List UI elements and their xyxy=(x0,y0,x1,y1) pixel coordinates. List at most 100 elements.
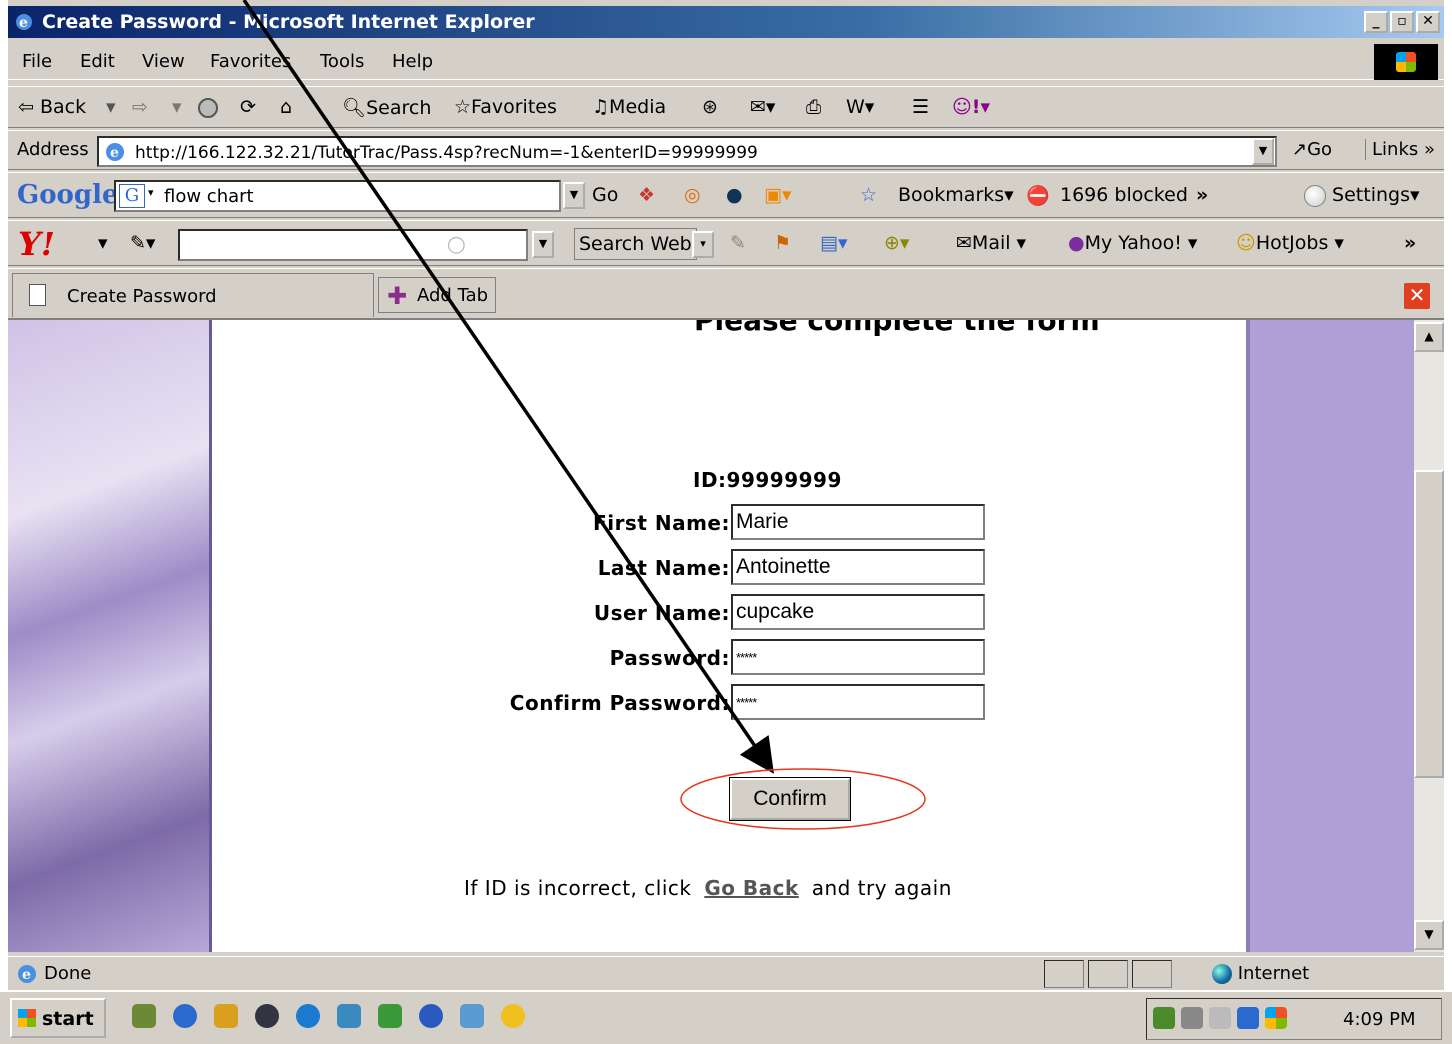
back-dropdown-icon[interactable]: ▾ xyxy=(106,96,116,118)
google-news-icon[interactable]: ❖ xyxy=(638,184,655,206)
scroll-down-icon[interactable]: ▼ xyxy=(1414,920,1444,950)
standard-toolbar: ⇦ Back ▾ ⇨ ▾ ⟳ ⌂ 🔍︎Search ☆Favorites ♫Me… xyxy=(8,86,1444,128)
history-icon[interactable]: ⊛ xyxy=(702,96,718,118)
quicklaunch-netscape-icon[interactable] xyxy=(255,1004,280,1028)
forward-dropdown-icon[interactable]: ▾ xyxy=(172,96,182,118)
google-popup-icon[interactable]: ▣▾ xyxy=(764,184,792,206)
quicklaunch-media-icon[interactable] xyxy=(296,1004,321,1028)
yahoo-search-input[interactable]: ○ xyxy=(178,229,528,261)
forward-button[interactable]: ⇨ xyxy=(132,96,148,118)
yahoo-messenger-icon[interactable]: ☺!▾ xyxy=(952,96,990,118)
google-spiral-icon[interactable]: ◎ xyxy=(684,184,701,206)
hotjobs-button[interactable]: ☺HotJobs ▾ xyxy=(1236,232,1344,254)
left-decorative-panel xyxy=(8,320,212,952)
tray-network-icon[interactable] xyxy=(1153,1007,1175,1029)
blocked-count[interactable]: 1696 blocked xyxy=(1060,184,1188,206)
settings-button[interactable]: Settings▾ xyxy=(1304,184,1420,207)
menu-view[interactable]: View xyxy=(142,51,185,72)
system-tray: 4:09 PM xyxy=(1146,998,1442,1040)
bookmarks-button[interactable]: Bookmarks▾ xyxy=(898,184,1014,206)
quicklaunch-explorer-icon[interactable] xyxy=(337,1004,362,1028)
highlight-icon[interactable]: ✎ xyxy=(730,232,746,254)
google-logo[interactable]: Google xyxy=(17,180,119,210)
start-button[interactable]: start xyxy=(10,998,106,1038)
window-title: Create Password - Microsoft Internet Exp… xyxy=(42,11,535,33)
quicklaunch-msn-icon[interactable] xyxy=(214,1004,239,1028)
svg-text:e: e xyxy=(19,15,28,31)
menu-favorites[interactable]: Favorites xyxy=(210,51,291,72)
home-icon[interactable]: ⌂ xyxy=(280,96,292,118)
address-dropdown-button[interactable]: ▼ xyxy=(1252,138,1274,165)
search-button-label: Search xyxy=(366,97,432,119)
yahoo-pencil-icon[interactable]: ✎▾ xyxy=(130,232,155,254)
quicklaunch-ie-icon[interactable] xyxy=(173,1004,198,1028)
last-name-input[interactable] xyxy=(731,549,985,585)
discuss-icon[interactable]: ☰ xyxy=(912,96,929,118)
print-icon[interactable]: ⎙ xyxy=(806,96,821,118)
address-input[interactable]: e http://166.122.32.21/TutorTrac/Pass.4s… xyxy=(97,136,1277,167)
taskbar-clock: 4:09 PM xyxy=(1343,1009,1416,1030)
add-tab-button[interactable]: ✚ Add Tab xyxy=(378,277,496,313)
yahoo-dropdown-button[interactable]: ▼ xyxy=(532,231,554,258)
my-yahoo-label: My Yahoo! xyxy=(1084,232,1182,254)
quicklaunch-desktop-icon[interactable] xyxy=(460,1004,485,1028)
back-button[interactable]: ⇦ Back xyxy=(18,96,86,118)
first-name-input[interactable] xyxy=(731,504,985,540)
maximize-button[interactable]: ▫ xyxy=(1390,11,1414,33)
right-decorative-panel xyxy=(1246,320,1414,952)
yahoo-logo[interactable]: Y! xyxy=(18,225,55,263)
globe-menu-icon[interactable]: ⊕▾ xyxy=(884,232,909,254)
title-bar[interactable]: e Create Password - Microsoft Internet E… xyxy=(8,6,1444,38)
close-window-button[interactable]: ✕ xyxy=(1416,11,1440,33)
password-input[interactable] xyxy=(731,639,985,675)
tab-create-password[interactable]: Create Password xyxy=(12,273,374,317)
user-name-input[interactable] xyxy=(731,594,985,630)
scroll-thumb[interactable] xyxy=(1414,470,1444,778)
google-globe-icon[interactable]: ● xyxy=(726,184,743,206)
antispy-icon[interactable]: ⚑ xyxy=(774,232,791,254)
search-web-button[interactable]: Search Web xyxy=(574,228,697,260)
confirm-password-input[interactable] xyxy=(731,684,985,720)
quicklaunch-messenger-icon[interactable] xyxy=(501,1004,526,1028)
mail-button[interactable]: ✉Mail ▾ xyxy=(956,232,1026,254)
ie-icon: e xyxy=(16,14,32,31)
search-web-dropdown-button[interactable]: ▾ xyxy=(692,231,714,258)
google-dropdown-button[interactable]: ▼ xyxy=(563,182,585,209)
google-go-button[interactable]: Go xyxy=(592,184,618,206)
google-g-icon[interactable]: G xyxy=(119,184,145,208)
my-yahoo-button[interactable]: ●My Yahoo! ▾ xyxy=(1068,232,1197,254)
quicklaunch-notepad-icon[interactable] xyxy=(132,1004,156,1028)
page-heading: Please complete the form xyxy=(694,318,1100,337)
go-button[interactable]: ↗Go xyxy=(1292,139,1332,160)
google-search-input[interactable]: G ▾ flow chart xyxy=(114,180,561,212)
scroll-up-icon[interactable]: ▲ xyxy=(1414,322,1444,352)
google-more-icon[interactable]: » xyxy=(1196,184,1208,206)
close-tab-icon[interactable]: ✕ xyxy=(1404,283,1430,309)
menu-tools[interactable]: Tools xyxy=(320,51,364,72)
refresh-icon[interactable]: ⟳ xyxy=(240,96,256,118)
media-button[interactable]: ♫Media xyxy=(592,96,666,118)
popup-icon[interactable]: ▤▾ xyxy=(820,232,848,254)
minimize-button[interactable]: _ xyxy=(1364,11,1388,33)
vertical-scrollbar[interactable]: ▲ ▼ xyxy=(1414,320,1444,952)
tray-printer-icon[interactable] xyxy=(1209,1007,1231,1029)
tray-monitor-icon[interactable] xyxy=(1237,1007,1259,1029)
links-button[interactable]: Links » xyxy=(1365,139,1435,160)
windows-flag-icon xyxy=(18,1009,36,1027)
edit-word-icon[interactable]: W▾ xyxy=(846,96,874,118)
yahoo-more-icon[interactable]: » xyxy=(1404,232,1416,254)
quicklaunch-music-icon[interactable] xyxy=(378,1004,403,1028)
mail-icon[interactable]: ✉▾ xyxy=(750,96,775,118)
confirm-button[interactable]: Confirm xyxy=(729,777,851,821)
stop-icon[interactable] xyxy=(198,96,218,118)
go-back-link[interactable]: Go Back xyxy=(704,876,799,900)
menu-edit[interactable]: Edit xyxy=(80,51,115,72)
menu-file[interactable]: File xyxy=(22,51,52,72)
tray-volume-icon[interactable] xyxy=(1181,1007,1203,1029)
favorites-button[interactable]: ☆Favorites xyxy=(454,96,557,118)
yahoo-logo-dropdown-icon[interactable]: ▾ xyxy=(98,232,108,254)
tray-windows-icon[interactable] xyxy=(1265,1007,1287,1029)
quicklaunch-search-icon[interactable] xyxy=(419,1004,444,1028)
search-button[interactable]: 🔍︎Search xyxy=(342,96,431,119)
menu-help[interactable]: Help xyxy=(392,51,433,72)
